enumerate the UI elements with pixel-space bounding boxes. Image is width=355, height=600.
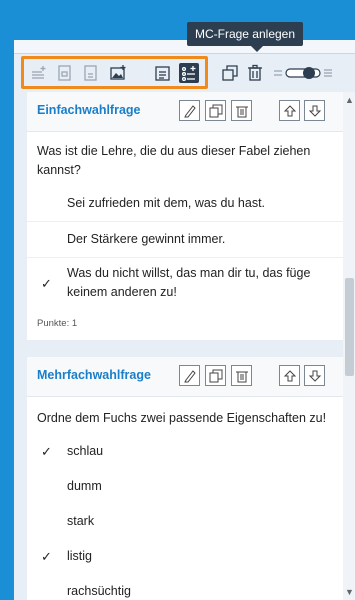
copy-icon[interactable] xyxy=(220,63,240,83)
tooltip: MC-Frage anlegen xyxy=(187,22,303,52)
card-title: Mehrfachwahlfrage xyxy=(37,368,151,382)
option-label: stark xyxy=(67,514,95,528)
edit-icon[interactable] xyxy=(179,100,200,121)
option[interactable]: dumm xyxy=(27,469,343,504)
option-label: listig xyxy=(67,549,93,563)
edit-icon[interactable] xyxy=(179,365,200,386)
trash-icon[interactable] xyxy=(245,63,265,83)
scroll-down-icon[interactable]: ▼ xyxy=(345,587,354,597)
option[interactable]: ✓ schlau xyxy=(27,434,343,469)
question-card-single: Einfachwahlfrage Was ist die Lehre, die … xyxy=(27,92,343,340)
move-up-icon[interactable] xyxy=(279,100,300,121)
delete-icon[interactable] xyxy=(231,365,252,386)
question-text: Was ist die Lehre, die du aus dieser Fab… xyxy=(37,144,311,177)
points-label: Punkte: 1 xyxy=(37,318,78,329)
option[interactable]: Der Stärkere gewinnt immer. xyxy=(27,221,343,257)
check-icon: ✓ xyxy=(41,549,52,564)
toggle-switch[interactable] xyxy=(272,63,334,83)
option[interactable]: Sei zufrieden mit dem, was du hast. xyxy=(27,186,343,221)
duplicate-icon[interactable] xyxy=(205,100,226,121)
option-label: Sei zufrieden mit dem, was du hast. xyxy=(67,196,266,210)
scrollbar-thumb[interactable] xyxy=(345,278,354,376)
question-text: Ordne dem Fuchs zwei passende Eigenschaf… xyxy=(37,411,327,425)
options-list: ✓ schlau dumm stark ✓ listig rachsüchtig xyxy=(27,434,343,600)
check-icon: ✓ xyxy=(41,276,52,291)
option-label: rachsüchtig xyxy=(67,584,131,598)
option-label: Was du nicht willst, das man dir tu, das… xyxy=(67,266,311,299)
check-icon: ✓ xyxy=(41,444,52,459)
option[interactable]: ✓ listig xyxy=(27,539,343,574)
card-header: Einfachwahlfrage xyxy=(27,92,343,132)
delete-icon[interactable] xyxy=(231,100,252,121)
scroll-up-icon[interactable]: ▲ xyxy=(345,95,354,105)
card-header: Mehrfachwahlfrage xyxy=(27,357,343,397)
move-up-icon[interactable] xyxy=(279,365,300,386)
card-title: Einfachwahlfrage xyxy=(37,103,141,117)
option[interactable]: rachsüchtig xyxy=(27,574,343,600)
option[interactable]: ✓ Was du nicht willst, das man dir tu, da… xyxy=(27,257,343,310)
duplicate-icon[interactable] xyxy=(205,365,226,386)
option-label: Der Stärkere gewinnt immer. xyxy=(67,232,226,246)
toolbar-highlight xyxy=(21,56,208,89)
options-list: Sei zufrieden mit dem, was du hast. Der … xyxy=(27,186,343,310)
option-label: schlau xyxy=(67,444,104,458)
option[interactable]: stark xyxy=(27,504,343,539)
question-card-multi: Mehrfachwahlfrage Ordne dem Fuchs zwei p… xyxy=(27,357,343,600)
option-label: dumm xyxy=(67,479,102,493)
move-down-icon[interactable] xyxy=(304,365,325,386)
top-strip xyxy=(14,40,355,54)
move-down-icon[interactable] xyxy=(304,100,325,121)
